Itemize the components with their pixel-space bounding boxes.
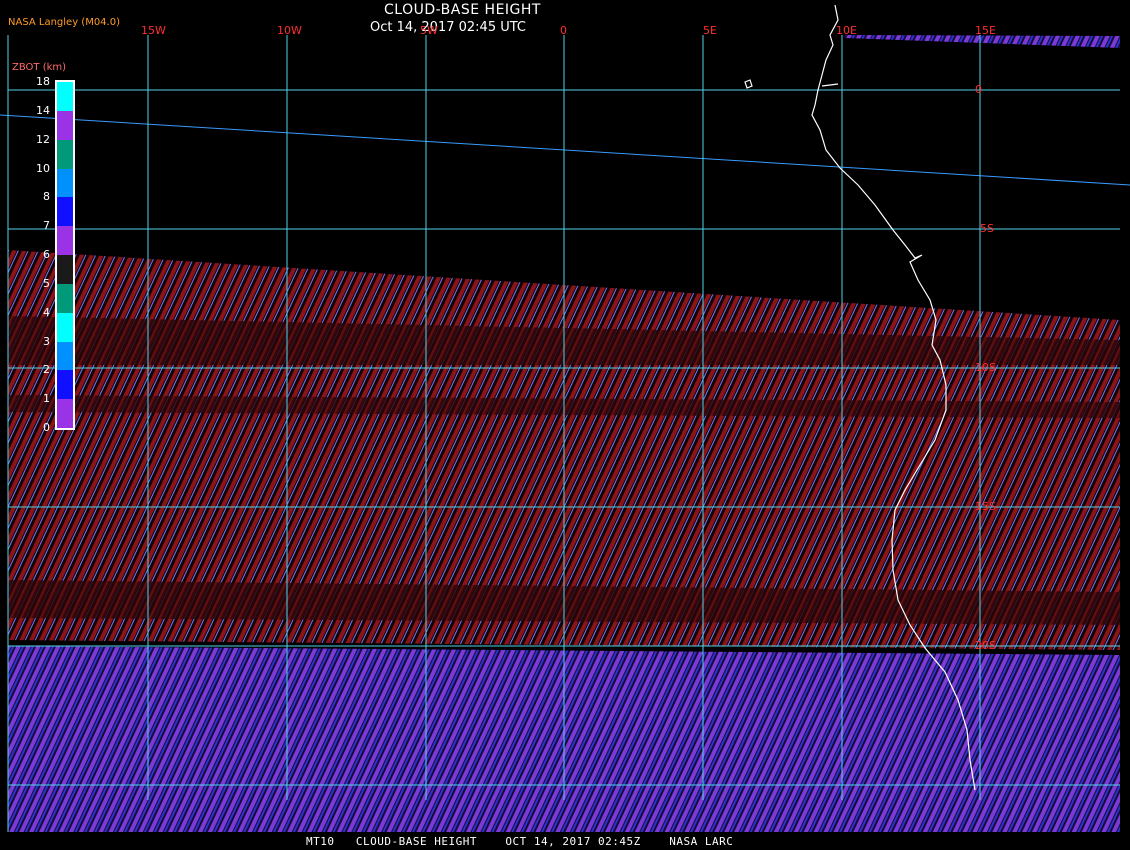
legend-colorbar [55,80,75,430]
lat-label-10s: 10S [975,361,996,374]
lon-label-15e: 15E [975,24,996,37]
legend-color-cell [57,255,73,285]
island-bioko [744,79,753,89]
producer-label: NASA Langley (M04.0) [8,17,120,28]
legend-title: ZBOT (km) [12,62,67,73]
lat-label-5s: 5S [980,222,994,235]
legend-color-cell [57,341,73,371]
legend-tick-label: 7 [43,219,50,233]
lon-label-10w: 10W [277,24,302,37]
legend-tick-label: 10 [36,161,50,175]
lat-label-20s: 20S [975,639,996,652]
lon-label-10e: 10E [836,24,857,37]
legend-color-cell [57,226,73,256]
map-timestamp: Oct 14, 2017 02:45 UTC [370,20,526,35]
legend-color-cell [57,370,73,400]
legend-tick-label: 12 [36,132,50,146]
legend-color-cell [57,168,73,198]
legend-tick-label: 18 [36,75,50,88]
legend-color-cell [57,197,73,227]
legend-tick-label: 0 [43,421,50,434]
lon-label-5e: 5E [703,24,717,37]
legend-color-cell [57,283,73,314]
lon-label-15w: 15W [141,24,166,37]
map-title: CLOUD-BASE HEIGHT [384,2,541,18]
legend-color-cell [57,399,73,429]
legend-color-cell [57,110,73,141]
lat-label-15s: 15S [975,500,996,513]
lon-label-5w: 5W [420,24,438,37]
legend-tick-label: 14 [36,103,50,117]
legend-tick-label: 4 [43,305,50,319]
legend-tick-label: 5 [43,276,50,290]
orbit-track [0,114,1130,186]
legend-color-cell [57,312,73,342]
legend-color-cell [57,82,73,112]
footer-caption: MT10 CLOUD-BASE HEIGHT OCT 14, 2017 02:4… [306,835,734,848]
coast-gulf [821,83,839,87]
legend-tick-label: 3 [43,334,50,348]
lon-label-0: 0 [560,24,567,37]
legend-color-cell [57,139,73,169]
legend-tick-label: 2 [43,363,50,377]
legend-tick-label: 8 [43,190,50,204]
lat-label-0: 0 [975,83,982,96]
legend-tick-label: 1 [43,392,50,406]
legend-tick-label: 6 [43,248,50,261]
cloud-base-height-map [0,4,1130,832]
